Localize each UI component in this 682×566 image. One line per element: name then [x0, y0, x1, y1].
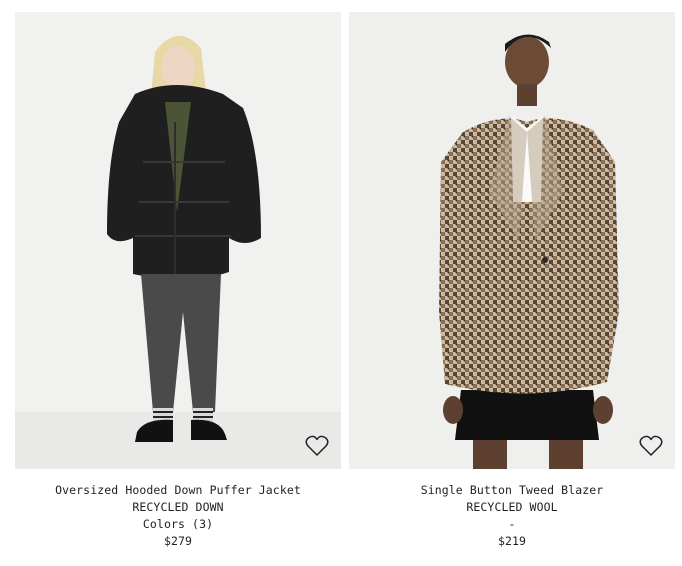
- product-colors: -: [508, 517, 516, 531]
- product-card[interactable]: Single Button Tweed Blazer RECYCLED WOOL…: [349, 12, 675, 550]
- product-photo: [15, 12, 341, 469]
- product-name[interactable]: Single Button Tweed Blazer: [349, 482, 675, 499]
- product-name[interactable]: Oversized Hooded Down Puffer Jacket: [15, 482, 341, 499]
- heart-outline-icon[interactable]: [639, 435, 663, 457]
- heart-outline-icon[interactable]: [305, 435, 329, 457]
- product-info: Oversized Hooded Down Puffer Jacket RECY…: [15, 469, 341, 550]
- product-photo: [349, 12, 675, 469]
- product-price: $279: [163, 534, 193, 548]
- product-card[interactable]: Oversized Hooded Down Puffer Jacket RECY…: [15, 12, 341, 550]
- product-material: RECYCLED WOOL: [466, 500, 558, 514]
- product-image-tweed-blazer[interactable]: [349, 12, 675, 469]
- product-image-puffer-jacket[interactable]: [15, 12, 341, 469]
- product-price: $219: [497, 534, 527, 548]
- product-material: RECYCLED DOWN: [132, 500, 224, 514]
- product-info: Single Button Tweed Blazer RECYCLED WOOL…: [349, 469, 675, 550]
- product-colors[interactable]: Colors (3): [15, 516, 341, 533]
